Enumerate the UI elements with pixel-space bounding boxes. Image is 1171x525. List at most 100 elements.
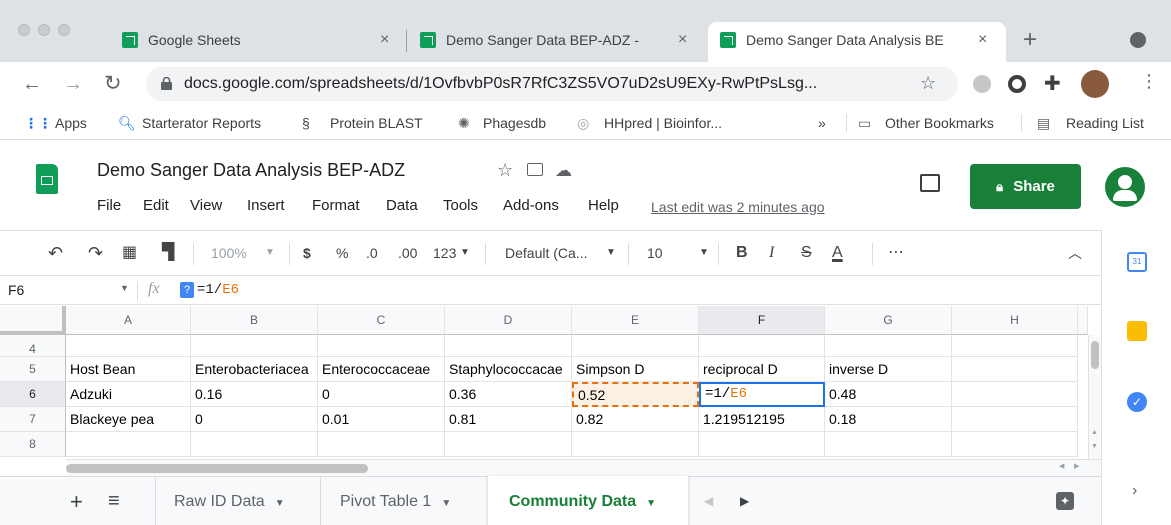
extension-icon[interactable] — [1008, 75, 1026, 93]
cell[interactable] — [952, 357, 1078, 382]
decrease-decimal-button[interactable]: .0 — [366, 231, 378, 275]
more-options-button[interactable]: ⋯ — [888, 231, 904, 275]
name-box[interactable]: F6 — [8, 282, 24, 298]
cell[interactable] — [191, 432, 318, 457]
cell[interactable]: Host Bean — [66, 357, 191, 382]
percent-format-button[interactable]: % — [336, 231, 348, 275]
cell[interactable] — [952, 432, 1078, 457]
browser-tab[interactable]: Google Sheets × — [110, 22, 406, 62]
cell[interactable] — [66, 432, 191, 457]
cell[interactable]: 0 — [318, 382, 445, 407]
tab-search-icon[interactable] — [1130, 32, 1146, 48]
close-icon[interactable]: × — [678, 22, 687, 58]
sheet-tab-pivot-table-1[interactable]: Pivot Table 1 ▼ — [340, 477, 451, 525]
close-icon[interactable]: × — [380, 22, 389, 58]
explore-icon[interactable]: ✦ — [1056, 492, 1074, 510]
cell[interactable]: Adzuki — [66, 382, 191, 407]
scroll-down-icon[interactable]: ▼ — [1091, 443, 1098, 450]
cell[interactable]: 0.18 — [825, 407, 952, 432]
close-window-button[interactable] — [18, 24, 30, 36]
font-select[interactable]: Default (Ca... — [505, 231, 587, 275]
redo-icon[interactable]: ↷ — [88, 231, 103, 275]
cell[interactable] — [572, 432, 699, 457]
all-sheets-button[interactable]: ≡ — [108, 477, 120, 525]
active-cell-editor[interactable]: =1/E6 — [699, 382, 825, 407]
bookmark-star-icon[interactable]: ☆ — [920, 73, 936, 94]
cell[interactable]: Blackeye pea — [66, 407, 191, 432]
reload-icon[interactable]: ↻ — [104, 70, 122, 98]
minimize-window-button[interactable] — [38, 24, 50, 36]
sheet-tab-raw-id-data[interactable]: Raw ID Data ▼ — [174, 477, 285, 525]
print-icon[interactable]: ▦ — [122, 231, 137, 275]
bookmarks-overflow-button[interactable]: » — [818, 106, 826, 140]
address-bar[interactable]: docs.google.com/spreadsheets/d/1OvfbvbP0… — [146, 67, 958, 101]
currency-format-button[interactable]: $ — [303, 231, 311, 275]
column-header-b[interactable]: B — [191, 306, 318, 335]
profile-avatar[interactable] — [1081, 70, 1109, 98]
row-header[interactable]: 6 — [0, 382, 66, 407]
collapse-chevron-icon[interactable]: ︿ — [1068, 231, 1082, 275]
cell[interactable]: 1.219512195 — [699, 407, 825, 432]
expand-panel-icon[interactable]: › — [1132, 482, 1137, 500]
menu-add-ons[interactable]: Add-ons — [503, 197, 559, 214]
add-sheet-button[interactable]: + — [70, 477, 83, 525]
maximize-window-button[interactable] — [58, 24, 70, 36]
cell[interactable] — [572, 335, 699, 357]
formula-input[interactable]: =1/E6 — [197, 282, 239, 298]
sheet-tab-community-data[interactable]: Community Data ▼ — [509, 477, 656, 525]
menu-file[interactable]: File — [97, 197, 121, 214]
close-icon[interactable]: × — [978, 22, 987, 58]
last-edit-link[interactable]: Last edit was 2 minutes ago — [651, 199, 825, 215]
cell[interactable]: 0.01 — [318, 407, 445, 432]
undo-icon[interactable]: ↶ — [48, 231, 63, 275]
move-folder-icon[interactable] — [527, 163, 543, 176]
tasks-icon[interactable]: ✓ — [1127, 392, 1147, 412]
cell[interactable] — [445, 432, 572, 457]
back-arrow-icon[interactable]: ← — [22, 70, 42, 98]
scroll-right-icon[interactable]: ▶ — [1074, 462, 1079, 470]
text-color-button[interactable]: A — [832, 231, 843, 275]
calendar-icon[interactable]: 31 — [1127, 252, 1147, 272]
cell[interactable] — [825, 432, 952, 457]
bookmark-starterator[interactable]: Starterator Reports — [142, 106, 261, 140]
cell[interactable]: 0.81 — [445, 407, 572, 432]
cell[interactable]: 0.16 — [191, 382, 318, 407]
cell[interactable]: Simpson D — [572, 357, 699, 382]
column-header-f[interactable]: F — [699, 306, 825, 335]
browser-tab-active[interactable]: Demo Sanger Data Analysis BE × — [708, 22, 1006, 62]
cell[interactable] — [952, 382, 1078, 407]
scroll-thumb[interactable] — [66, 464, 368, 473]
menu-insert[interactable]: Insert — [247, 197, 285, 214]
cell[interactable] — [952, 335, 1078, 357]
account-avatar[interactable] — [1105, 167, 1145, 207]
share-button[interactable]: 🔒︎ Share — [970, 164, 1081, 209]
zoom-select[interactable]: 100% — [211, 231, 247, 275]
more-formats-button[interactable]: 123 — [433, 231, 456, 275]
row-header[interactable]: 7 — [0, 407, 66, 432]
column-header-e[interactable]: E — [572, 306, 699, 335]
scroll-thumb[interactable] — [1091, 341, 1099, 369]
menu-format[interactable]: Format — [312, 197, 360, 214]
select-all-corner[interactable] — [0, 306, 66, 335]
bookmark-protein-blast[interactable]: Protein BLAST — [330, 106, 423, 140]
bookmark-apps[interactable]: Apps — [55, 106, 87, 140]
cell[interactable] — [445, 335, 572, 357]
comment-history-icon[interactable] — [920, 174, 940, 192]
menu-tools[interactable]: Tools — [443, 197, 478, 214]
strikethrough-button[interactable]: S — [801, 231, 812, 275]
column-header-d[interactable]: D — [445, 306, 572, 335]
font-size-select[interactable]: 10 — [647, 231, 663, 275]
cloud-status-icon[interactable]: ☁ — [555, 161, 572, 181]
extension-icon[interactable] — [973, 75, 991, 93]
cell[interactable] — [318, 432, 445, 457]
column-header-g[interactable]: G — [825, 306, 952, 335]
keep-icon[interactable] — [1127, 321, 1147, 341]
cell[interactable] — [699, 335, 825, 357]
star-icon[interactable]: ☆ — [497, 160, 513, 181]
cell[interactable]: reciprocal D — [699, 357, 825, 382]
column-header-c[interactable]: C — [318, 306, 445, 335]
new-tab-button[interactable]: + — [1023, 22, 1037, 58]
cell[interactable]: Enterococcaceae — [318, 357, 445, 382]
cell[interactable] — [952, 407, 1078, 432]
menu-data[interactable]: Data — [386, 197, 418, 214]
